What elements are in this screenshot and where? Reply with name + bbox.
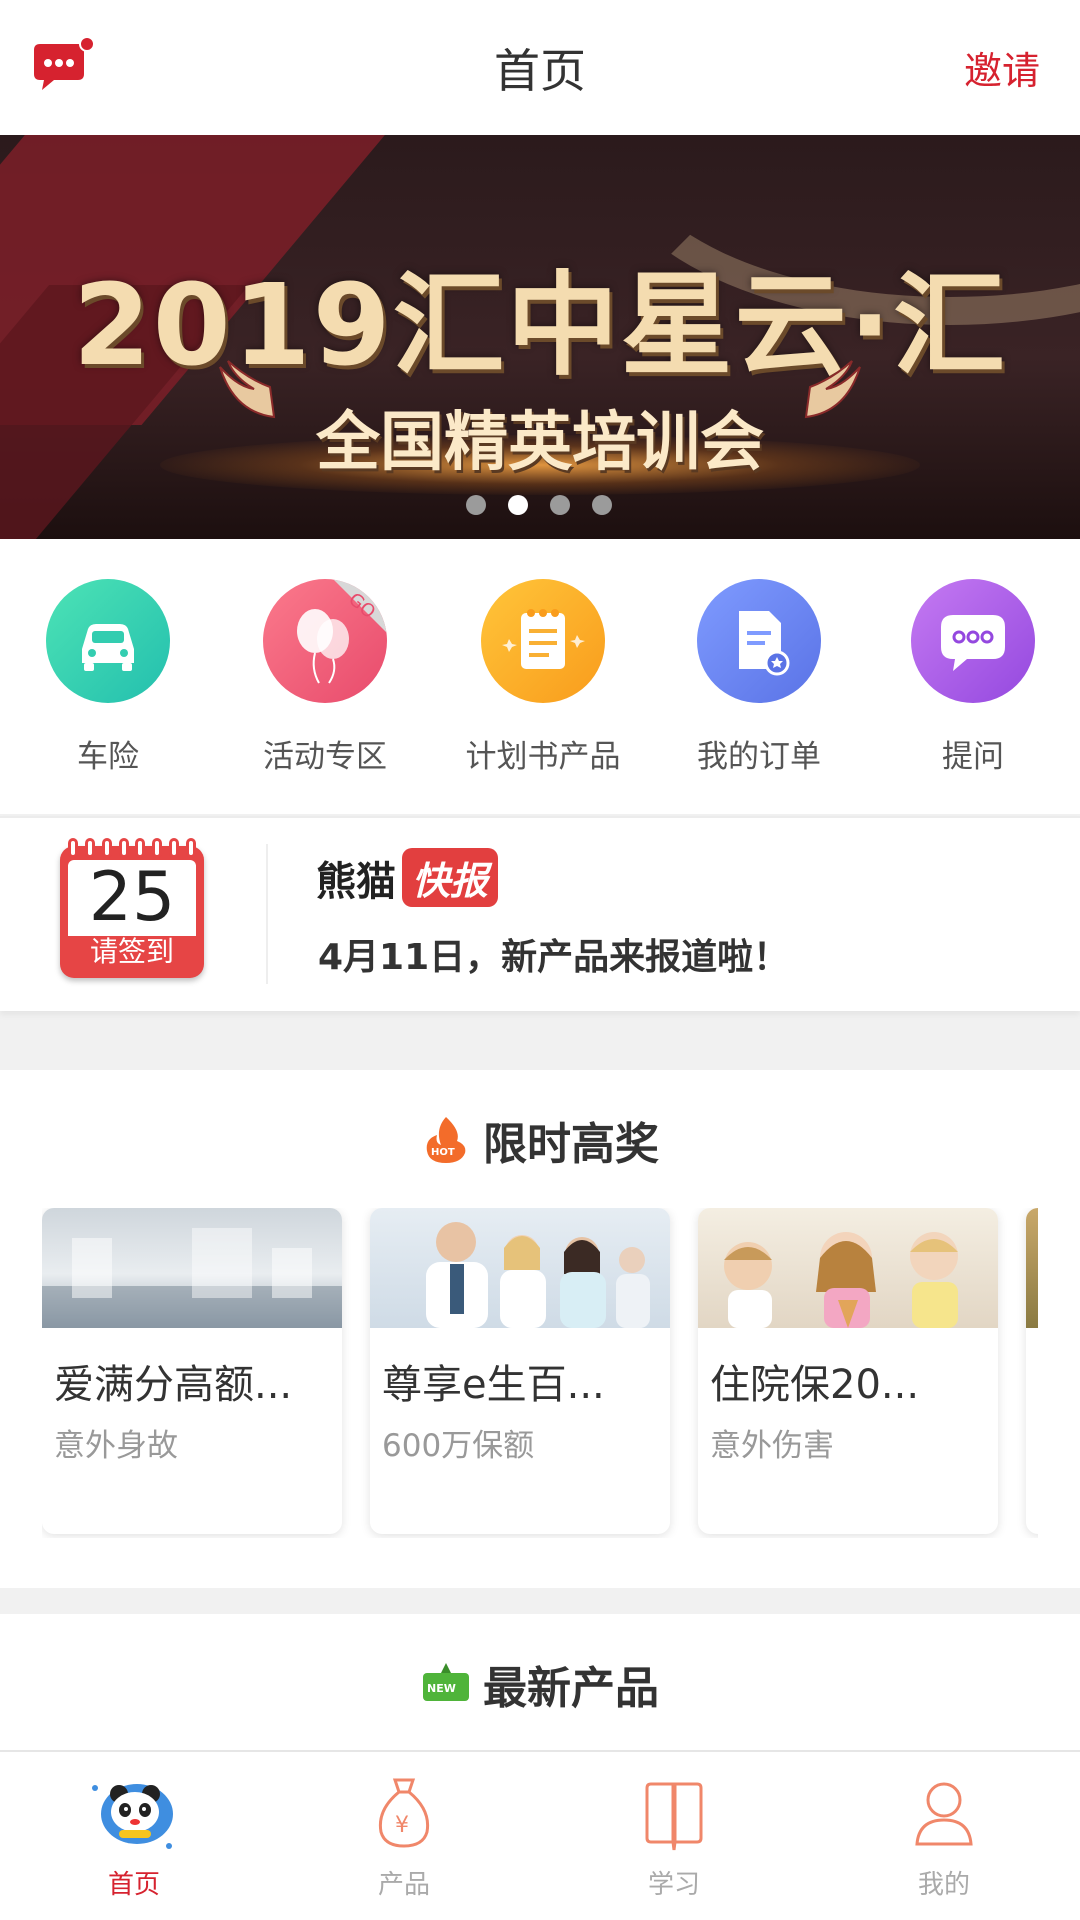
product-name: 爱满分高额... — [54, 1362, 293, 1408]
tab-label: 我的 — [917, 1870, 970, 1900]
calendar-day: 25 — [68, 860, 196, 936]
divider — [266, 844, 268, 984]
news-brand-name: 熊猫 — [316, 858, 396, 905]
carousel-dot[interactable] — [508, 495, 528, 515]
bottom-tab-bar: 首页 ¥ 产品 学习 我的 — [0, 1750, 1080, 1920]
product-desc: 意外伤害 — [710, 1428, 834, 1464]
invite-button[interactable]: 邀请 — [964, 40, 1040, 95]
carousel-dot[interactable] — [592, 495, 612, 515]
tab-mine[interactable]: 我的 — [844, 1770, 1044, 1901]
tab-label: 首页 — [107, 1870, 160, 1900]
top-bar: 首页 邀请 — [0, 0, 1080, 135]
tab-learn[interactable]: 学习 — [574, 1770, 774, 1901]
signin-news-row: 25 请签到 熊猫 快报 4月11日，新产品来报道啦！ — [0, 816, 1080, 1011]
quick-label: 我的订单 — [697, 739, 821, 775]
latest-section: NEW 最新产品 — [0, 1614, 1080, 1750]
calendar-rings — [68, 838, 196, 860]
tab-products[interactable]: ¥ 产品 — [304, 1770, 504, 1901]
product-card[interactable]: 爱满分高额... 意外身故 — [42, 1208, 342, 1534]
tab-home[interactable]: 首页 — [34, 1770, 234, 1901]
quick-label: 提问 — [942, 739, 1004, 775]
money-bag-icon: ¥ — [378, 1778, 430, 1848]
quick-label: 车险 — [77, 739, 139, 775]
section-title: HOT 限时高奖 — [0, 1108, 1080, 1172]
new-badge-icon: NEW — [423, 1663, 469, 1701]
news-headline[interactable]: 4月11日，新产品来报道啦！ — [318, 928, 789, 980]
hot-flame-icon: HOT — [426, 1117, 466, 1163]
banner-headline: 2019汇中星云·汇 — [72, 261, 1008, 391]
svg-text:HOT: HOT — [431, 1147, 455, 1158]
hot-section-title: 限时高奖 — [483, 1119, 659, 1170]
product-desc: 600万保额 — [382, 1428, 535, 1464]
signin-label: 请签到 — [89, 935, 174, 968]
hot-product-carousel[interactable]: 爱满分高额... 意外身故 尊享e生百... 600万保额 住院保20... 意… — [42, 1208, 1038, 1538]
chat-icon — [911, 579, 1035, 703]
quick-label: 活动专区 — [263, 739, 387, 775]
product-image — [370, 1208, 670, 1328]
quick-item-ask-question[interactable]: 提问 — [873, 579, 1073, 776]
app-screen: 首页 邀请 2019汇中星云·汇 全国精英培训会 车险 GO 活动专区 计划书产… — [0, 0, 1080, 1920]
latest-section-title: 最新产品 — [483, 1663, 659, 1714]
quick-item-car-insurance[interactable]: 车险 — [8, 579, 208, 776]
carousel-dot[interactable] — [466, 495, 486, 515]
tab-label: 学习 — [647, 1870, 700, 1900]
quick-item-my-orders[interactable]: 我的订单 — [659, 579, 859, 776]
product-card[interactable]: 住院保20... 意外伤害 — [698, 1208, 998, 1534]
svg-text:¥: ¥ — [395, 1813, 409, 1838]
product-image — [1026, 1208, 1038, 1328]
panda-icon — [92, 1784, 173, 1849]
product-name: 住院保20... — [710, 1362, 920, 1408]
product-card-partial[interactable] — [1026, 1208, 1038, 1534]
tab-label: 产品 — [377, 1870, 430, 1900]
car-icon — [46, 579, 170, 703]
notepad-icon — [481, 579, 605, 703]
quick-item-proposal-products[interactable]: 计划书产品 — [443, 579, 643, 776]
carousel-indicator[interactable] — [466, 495, 612, 515]
svg-text:NEW: NEW — [427, 1682, 456, 1695]
user-icon — [915, 1782, 973, 1846]
book-icon — [645, 1782, 703, 1851]
product-image — [698, 1208, 998, 1328]
section-title: NEW 最新产品 — [0, 1652, 1080, 1716]
quick-label: 计划书产品 — [465, 739, 621, 775]
balloon-icon: GO — [263, 579, 387, 703]
news-brand: 熊猫 快报 — [316, 848, 499, 907]
signin-calendar-button[interactable]: 25 请签到 — [60, 838, 204, 978]
message-icon[interactable] — [28, 36, 96, 94]
news-tag: 快报 — [402, 848, 499, 907]
product-image — [42, 1208, 342, 1328]
quick-item-activity-zone[interactable]: GO 活动专区 — [225, 579, 425, 776]
hot-section: HOT 限时高奖 爱满分高额... 意外身故 尊享e生百... 600万保额 住… — [0, 1070, 1080, 1588]
quick-entry-grid: 车险 GO 活动专区 计划书产品 我的订单 提问 — [0, 539, 1080, 814]
promo-banner[interactable]: 2019汇中星云·汇 全国精英培训会 — [0, 135, 1080, 539]
carousel-dot[interactable] — [550, 495, 570, 515]
product-card[interactable]: 尊享e生百... 600万保额 — [370, 1208, 670, 1534]
product-name: 尊享e生百... — [382, 1362, 605, 1408]
page-title: 首页 — [494, 43, 586, 98]
order-icon — [697, 579, 821, 703]
banner-subtitle: 全国精英培训会 — [316, 406, 764, 480]
product-desc: 意外身故 — [54, 1428, 178, 1464]
